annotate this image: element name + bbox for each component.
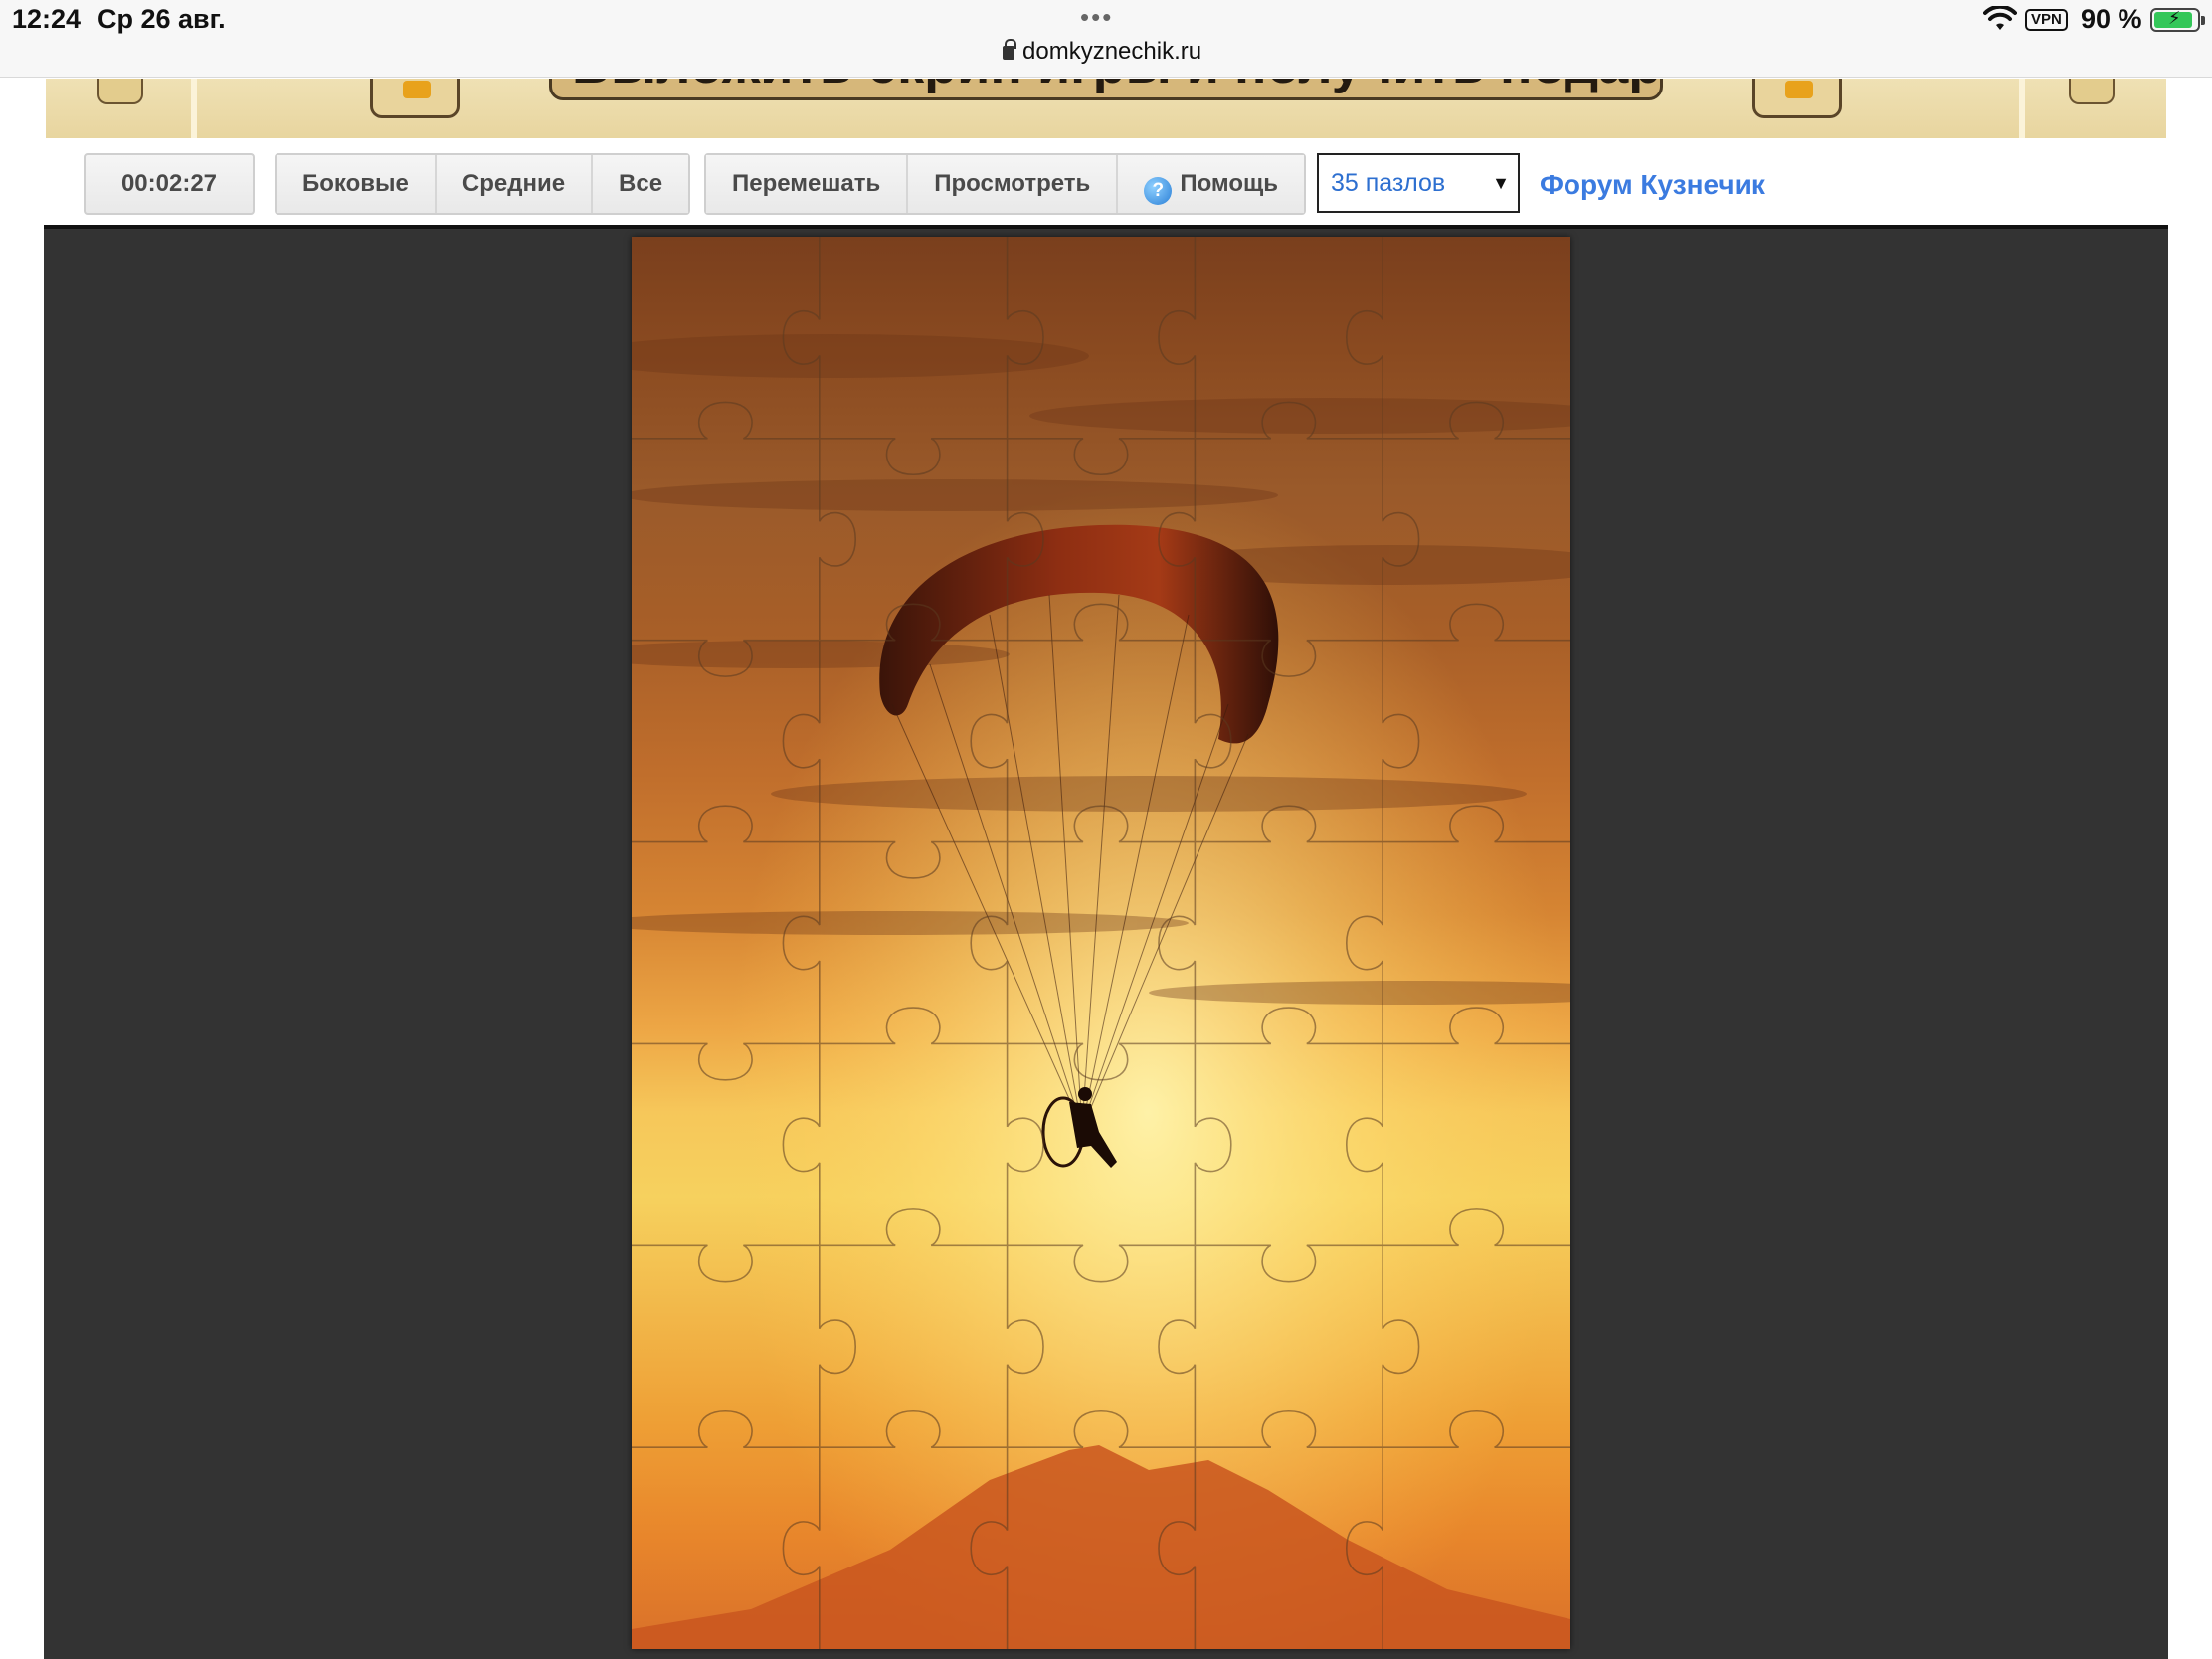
help-button[interactable]: ? Помощь	[1118, 155, 1305, 213]
game-timer: 00:02:27	[84, 153, 255, 215]
pieces-count-select[interactable]: 35 пазлов ▼	[1317, 153, 1520, 213]
help-icon: ?	[1144, 177, 1173, 205]
site-banner[interactable]: Выложить скрин игры и получить подарок	[46, 79, 2166, 138]
status-date: Ср 26 авг.	[97, 4, 226, 34]
banner-promo-text: Выложить скрин игры и получить подарок	[572, 79, 1660, 95]
chevron-down-icon: ▼	[1492, 173, 1510, 193]
banner-promo-button[interactable]: Выложить скрин игры и получить подарок	[549, 79, 1663, 100]
jigsaw-puzzle[interactable]	[632, 237, 1570, 1649]
wifi-icon	[1983, 6, 2017, 30]
game-board	[44, 225, 2168, 1659]
forum-link[interactable]: Форум Кузнечик	[1540, 169, 1765, 201]
multitask-dots-icon[interactable]: •••	[1080, 2, 1113, 33]
status-time: 12:24	[12, 4, 82, 34]
action-button-group: Перемешать Просмотреть ? Помощь	[704, 153, 1307, 215]
help-button-label: Помощь	[1180, 170, 1279, 197]
preview-button[interactable]: Просмотреть	[908, 155, 1119, 213]
filter-middle-button[interactable]: Средние	[436, 155, 594, 213]
puzzle-toolbar: 00:02:27 Боковые Средние Все Перемешать …	[0, 139, 2212, 225]
banner-tab	[97, 79, 143, 104]
banner-divider	[2019, 79, 2025, 138]
lock-icon	[1003, 39, 1016, 60]
puzzle-image	[632, 237, 1570, 1649]
filter-edge-button[interactable]: Боковые	[276, 155, 437, 213]
pieces-count-value: 35 пазлов	[1331, 169, 1446, 197]
filter-button-group: Боковые Средние Все	[275, 153, 691, 215]
shuffle-button[interactable]: Перемешать	[706, 155, 909, 213]
gift-icon	[1752, 79, 1842, 118]
address-url: domkyznechik.ru	[1022, 38, 1202, 65]
battery-icon: ⚡	[2150, 8, 2205, 32]
battery-percent: 90 %	[2081, 4, 2142, 34]
banner-divider	[191, 79, 197, 138]
vpn-badge: VPN	[2025, 9, 2068, 31]
gift-icon	[370, 79, 460, 118]
filter-all-button[interactable]: Все	[593, 155, 689, 213]
address-bar[interactable]: domkyznechik.ru	[1003, 38, 1251, 66]
banner-tab	[2069, 79, 2115, 104]
ios-status-bar: 12:24 Ср 26 авг. ••• domkyznechik.ru VPN…	[0, 0, 2212, 78]
